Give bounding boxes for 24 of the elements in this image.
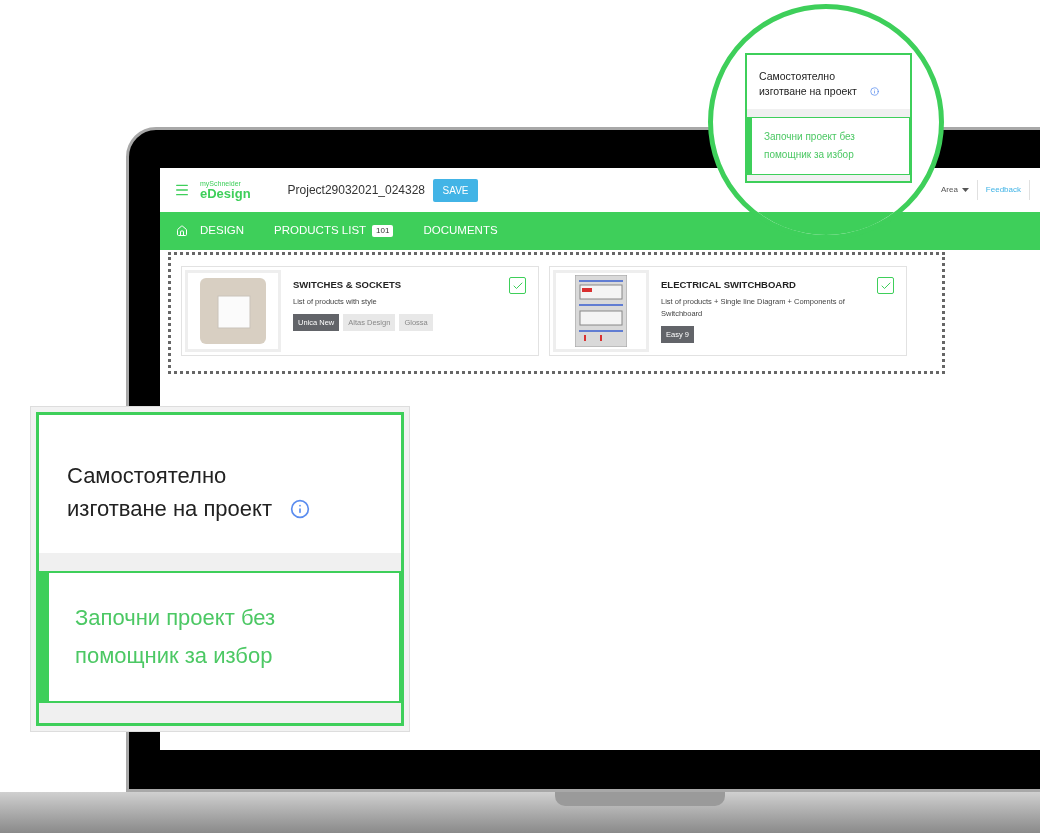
- area-dropdown[interactable]: Area: [940, 184, 958, 196]
- nav-tab[interactable]: DESIGN: [200, 222, 245, 240]
- wall-switch-drawing: [200, 278, 266, 344]
- save-button[interactable]: SAVE: [433, 178, 479, 202]
- home-icon[interactable]: [176, 225, 188, 237]
- option-title: Самостоятелно изготване на проект: [67, 462, 273, 523]
- start-project-button[interactable]: Започни проект без помощник за избор: [747, 117, 910, 175]
- checkbox[interactable]: [877, 277, 894, 294]
- nav-tab[interactable]: PRODUCTS LIST: [274, 222, 367, 240]
- card-title: SWITCHES & SOCKETS: [293, 278, 403, 292]
- option-title: Самостоятелно изготване на проект: [759, 69, 858, 99]
- start-project-button[interactable]: Започни проект без помощник за избор: [39, 571, 401, 703]
- feedback-link[interactable]: Feedback: [985, 184, 1021, 196]
- checkbox[interactable]: [509, 277, 526, 294]
- count-badge: 101: [372, 225, 394, 237]
- menu-icon[interactable]: [174, 182, 190, 198]
- info-icon[interactable]: [290, 499, 310, 519]
- switchboard-drawing: [575, 275, 627, 347]
- nav-tab[interactable]: DOCUMENTS: [423, 222, 498, 240]
- caret-icon[interactable]: [961, 188, 969, 192]
- info-icon[interactable]: [870, 87, 879, 96]
- logo-text: eDesign: [200, 187, 251, 200]
- project-name: Project29032021_024328: [287, 182, 426, 199]
- card-title: ELECTRICAL SWITCHBOARD: [661, 278, 797, 292]
